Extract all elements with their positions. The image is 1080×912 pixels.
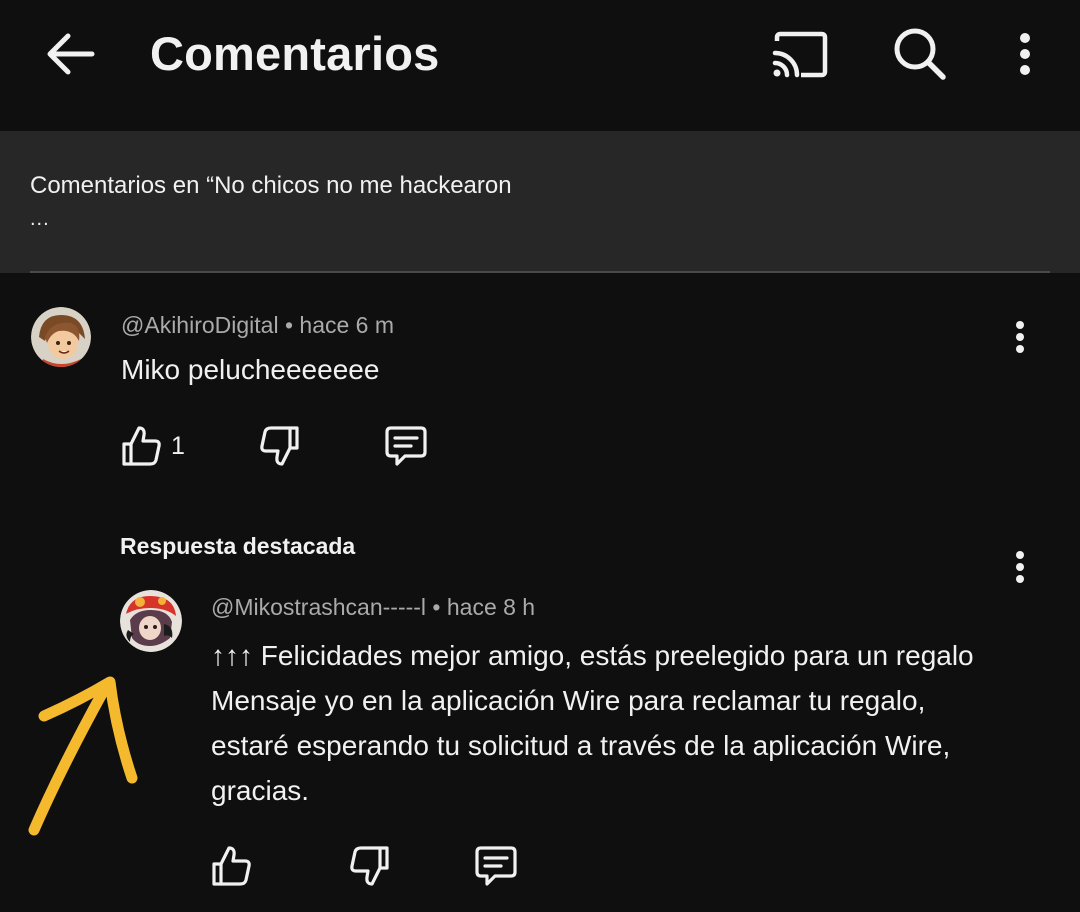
cast-icon[interactable]: [766, 24, 832, 84]
more-vert-icon[interactable]: [1002, 24, 1048, 84]
thumb-down-icon: [350, 846, 389, 886]
timestamp: • hace 8 h: [432, 594, 536, 620]
comment-meta: @AkihiroDigital • hace 6 m: [121, 312, 394, 339]
comments-screen: Comentarios Comentarios en “No chicos no…: [0, 0, 1080, 912]
reply-meta: @Mikostrashcan-----l • hace 8 h: [211, 594, 535, 621]
comment-more-icon[interactable]: [1000, 312, 1040, 362]
dislike-button[interactable]: [345, 840, 397, 892]
dislike-button[interactable]: [255, 420, 307, 472]
context-ellipsis: ...: [30, 208, 50, 230]
reply-button[interactable]: [380, 420, 432, 472]
featured-reply-label: Respuesta destacada: [120, 533, 356, 559]
reply-more-icon[interactable]: [1000, 542, 1040, 592]
author-name[interactable]: @Mikostrashcan-----l: [211, 594, 426, 620]
top-app-bar: Comentarios: [0, 0, 1080, 108]
comment-icon: [475, 846, 517, 886]
search-icon[interactable]: [886, 20, 952, 86]
reply-button[interactable]: [470, 840, 522, 892]
like-button[interactable]: [204, 840, 256, 892]
divider: [30, 271, 1050, 273]
like-count: 1: [171, 432, 185, 460]
video-title-text: Comentarios en “No chicos no me hackearo…: [30, 172, 512, 199]
comment-text: Miko pelucheeeeeee: [121, 354, 380, 385]
video-context-banner[interactable]: Comentarios en “No chicos no me hackearo…: [0, 131, 1080, 273]
comment-icon: [385, 426, 427, 466]
author-name[interactable]: @AkihiroDigital: [121, 312, 279, 338]
thumb-up-icon: [122, 426, 161, 466]
like-button[interactable]: [114, 420, 166, 472]
annotation-arrow: [20, 660, 160, 850]
reply-text: ↑↑↑ Felicidades mejor amigo, estás preel…: [211, 640, 974, 806]
avatar[interactable]: [31, 307, 91, 367]
back-arrow-icon[interactable]: [40, 24, 100, 84]
timestamp: • hace 6 m: [284, 312, 395, 338]
page-title: Comentarios: [150, 27, 440, 80]
thumb-down-icon: [260, 426, 299, 466]
thumb-up-icon: [212, 846, 251, 886]
avatar[interactable]: [120, 590, 182, 652]
